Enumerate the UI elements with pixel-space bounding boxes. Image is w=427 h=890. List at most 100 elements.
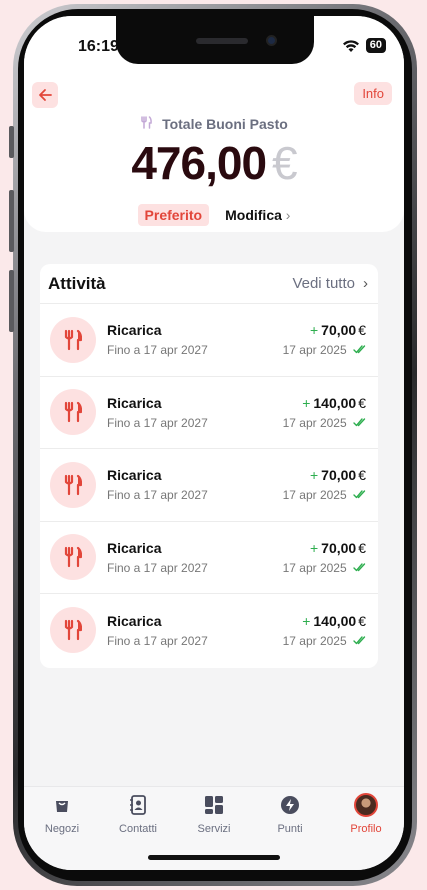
item-amount: +70,00 €	[283, 540, 366, 556]
amount-value: 70,00	[321, 467, 357, 484]
balance-header: Info Totale Buoni Pasto 476,00 € Preferit…	[24, 74, 404, 232]
speaker	[196, 38, 248, 44]
tab-punti[interactable]: Punti	[254, 793, 326, 835]
item-right: +70,00 € 17 apr 2025	[283, 540, 366, 575]
item-right: +140,00 € 17 apr 2025	[283, 395, 366, 430]
tab-label: Punti	[277, 823, 303, 835]
tab-list: Negozi Contatti Servizi Punti Profilo	[24, 787, 404, 835]
amount-currency: €	[358, 467, 366, 484]
activity-title: Attività	[48, 273, 106, 293]
activity-list: Ricarica Fino a 17 apr 2027 +70,00 € 17 a…	[40, 304, 378, 667]
item-date: 17 apr 2025	[283, 634, 366, 648]
balance-actions: Preferito Modifica ›	[24, 204, 404, 226]
total-label-text: Totale Buoni Pasto	[162, 116, 288, 132]
item-expiry: Fino a 17 apr 2027	[107, 560, 208, 575]
see-all-link[interactable]: Vedi tutto ›	[292, 275, 368, 292]
front-camera	[266, 35, 277, 46]
date-text: 17 apr 2025	[282, 633, 347, 648]
fork-knife-icon	[50, 389, 96, 436]
item-text: Ricarica Fino a 17 apr 2027	[107, 467, 283, 502]
activity-card: Attività Vedi tutto › Ricarica Fino a 17 …	[40, 264, 378, 668]
fork-knife-icon	[50, 607, 96, 654]
item-title: Ricarica	[107, 322, 162, 339]
volume-up-button	[9, 190, 14, 252]
grid-icon	[204, 793, 224, 817]
amount-currency: €	[358, 394, 366, 411]
list-item[interactable]: Ricarica Fino a 17 apr 2027 +70,00 € 17 a…	[40, 522, 378, 594]
item-expiry: Fino a 17 apr 2027	[107, 633, 208, 648]
status-icons: 60	[342, 38, 386, 53]
total-label: Totale Buoni Pasto	[24, 116, 404, 132]
arrow-left-icon	[39, 89, 52, 101]
fork-knife-icon	[50, 316, 96, 363]
list-item[interactable]: Ricarica Fino a 17 apr 2027 +70,00 € 17 a…	[40, 449, 378, 522]
mute-switch	[9, 126, 14, 158]
tab-contatti[interactable]: Contatti	[102, 793, 174, 835]
item-title: Ricarica	[107, 539, 162, 556]
plus-sign: +	[309, 539, 319, 556]
bag-icon	[53, 793, 71, 817]
tab-label: Servizi	[197, 823, 231, 835]
screen: 16:19 60 Info Totale Buoni Pasto 476,00 …	[24, 16, 404, 870]
modifica-button[interactable]: Modifica ›	[225, 207, 290, 223]
amount-currency: €	[358, 322, 366, 339]
item-text: Ricarica Fino a 17 apr 2027	[107, 540, 283, 575]
item-date: 17 apr 2025	[283, 561, 366, 575]
double-check-icon	[350, 561, 366, 575]
amount-currency: €	[358, 612, 366, 629]
item-expiry: Fino a 17 apr 2027	[107, 488, 208, 503]
chevron-right-icon: ›	[363, 275, 368, 292]
tab-profilo[interactable]: Profilo	[330, 793, 402, 835]
item-amount: +140,00 €	[283, 395, 366, 411]
tab-label: Contatti	[119, 823, 157, 835]
info-button[interactable]: Info	[354, 82, 392, 105]
see-all-label: Vedi tutto	[292, 275, 355, 292]
tab-servizi[interactable]: Servizi	[178, 793, 250, 835]
item-right: +70,00 € 17 apr 2025	[283, 322, 366, 357]
date-text: 17 apr 2025	[282, 415, 347, 430]
fork-knife-icon	[140, 116, 156, 132]
date-text: 17 apr 2025	[282, 343, 347, 358]
amount-value: 70,00	[321, 539, 357, 556]
balance-amount: 476,00 €	[24, 136, 404, 190]
modifica-label: Modifica	[225, 207, 282, 223]
balance-currency: €	[272, 137, 298, 189]
double-check-icon	[350, 634, 366, 648]
plus-sign: +	[309, 467, 319, 484]
item-amount: +70,00 €	[283, 467, 366, 483]
avatar	[354, 793, 378, 817]
list-item[interactable]: Ricarica Fino a 17 apr 2027 +140,00 € 17 …	[40, 377, 378, 449]
tab-bar: Negozi Contatti Servizi Punti Profilo	[24, 786, 404, 870]
fork-knife-icon	[50, 461, 96, 508]
item-expiry: Fino a 17 apr 2027	[107, 415, 208, 430]
activity-header: Attività Vedi tutto ›	[40, 264, 378, 304]
item-amount: +140,00 €	[283, 613, 366, 629]
preferito-button[interactable]: Preferito	[137, 204, 210, 226]
bolt-icon	[280, 793, 300, 817]
tab-negozi[interactable]: Negozi	[26, 793, 98, 835]
balance-value: 476,00	[131, 137, 267, 189]
item-title: Ricarica	[107, 394, 162, 411]
item-right: +140,00 € 17 apr 2025	[283, 613, 366, 648]
amount-currency: €	[358, 539, 366, 556]
tab-label: Profilo	[350, 823, 382, 835]
double-check-icon	[350, 416, 366, 430]
notch	[116, 16, 314, 64]
volume-down-button	[9, 270, 14, 332]
status-time: 16:19	[78, 38, 119, 55]
item-title: Ricarica	[107, 467, 162, 484]
item-right: +70,00 € 17 apr 2025	[283, 467, 366, 502]
list-item[interactable]: Ricarica Fino a 17 apr 2027 +70,00 € 17 a…	[40, 304, 378, 377]
plus-sign: +	[302, 394, 311, 411]
list-item[interactable]: Ricarica Fino a 17 apr 2027 +140,00 € 17 …	[40, 594, 378, 667]
wifi-icon	[342, 39, 359, 52]
battery-icon: 60	[365, 38, 386, 53]
item-text: Ricarica Fino a 17 apr 2027	[107, 395, 283, 430]
status-bar: 16:19 60	[24, 16, 404, 74]
fork-knife-icon	[50, 534, 96, 581]
chevron-right-icon: ›	[285, 207, 291, 223]
double-check-icon	[350, 488, 366, 502]
date-text: 17 apr 2025	[282, 488, 347, 503]
back-button[interactable]	[32, 82, 58, 108]
item-date: 17 apr 2025	[283, 416, 366, 430]
